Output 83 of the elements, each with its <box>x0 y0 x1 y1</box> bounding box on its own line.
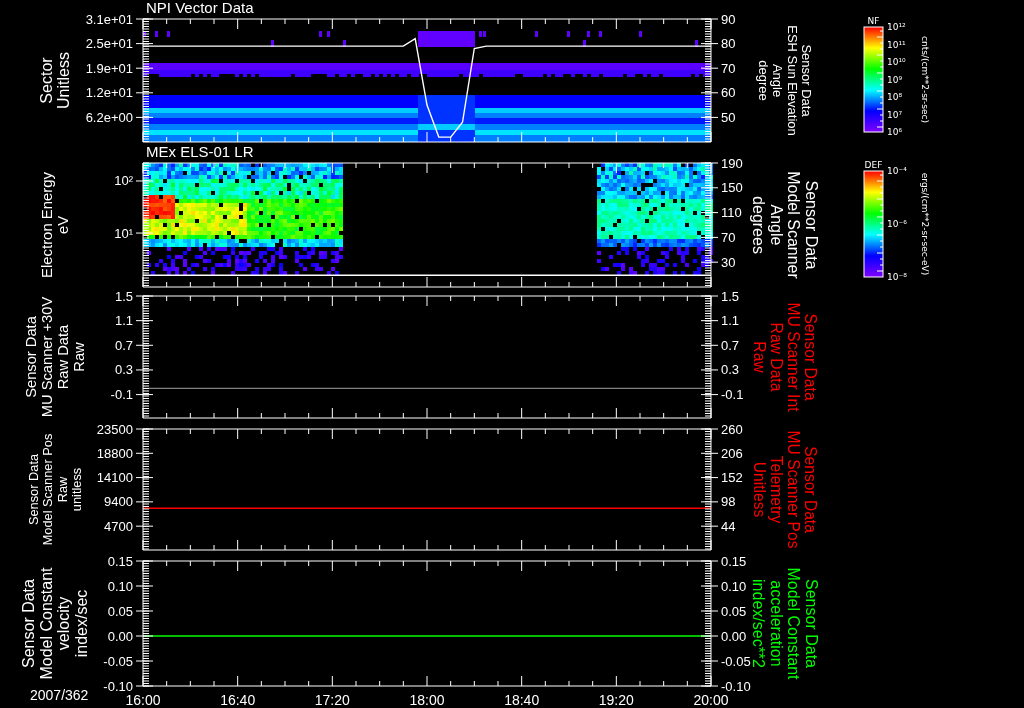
colorbar-units: ergs/(cm**2-sr-sec-eV) <box>920 172 930 276</box>
time-label: 18:40 <box>504 692 540 708</box>
colorbar-label: 10¹¹ <box>887 39 906 50</box>
panel-title: NPI Vector Data <box>146 0 254 16</box>
tick-label: -0.1 <box>721 387 744 403</box>
colorbar-title: DEF <box>864 160 883 170</box>
tick-label: 10² <box>114 173 133 189</box>
tick-label: 150 <box>721 180 743 196</box>
tick-label: 70 <box>721 229 736 245</box>
tick-label: 30 <box>721 254 736 270</box>
tick-label: -0.10 <box>721 678 751 694</box>
tick-label: 0.7 <box>721 337 740 353</box>
time-label: 19:20 <box>598 692 634 708</box>
axis-label: Electron Energy eV <box>39 172 72 278</box>
tick-label: 14100 <box>96 470 133 486</box>
colorbar-label: 10⁹ <box>887 74 903 85</box>
tick-label: 0.10 <box>107 578 133 594</box>
tick-label: 18800 <box>96 445 133 461</box>
axis-label: Sector Unitless <box>37 52 73 109</box>
tick-label: 9400 <box>104 494 133 510</box>
time-label: 16:00 <box>125 692 161 708</box>
tick-label: 206 <box>721 445 743 461</box>
time-label: 18:00 <box>409 692 445 708</box>
tick-label: 70 <box>721 60 736 76</box>
tick-label: 1.5 <box>721 288 740 304</box>
tick-label: 0.05 <box>721 603 747 619</box>
tick-label: 0.00 <box>107 628 133 644</box>
tick-label: 1.9e+01 <box>85 60 133 76</box>
tick-label: -0.10 <box>103 678 133 694</box>
tick-label: 0.05 <box>107 603 133 619</box>
tick-label: 0.7 <box>114 337 133 353</box>
tick-label: -0.05 <box>103 653 133 669</box>
axis-label: Sensor Data Model Scanner Angle degrees <box>750 171 820 279</box>
tick-label: 0.10 <box>721 578 747 594</box>
tick-label: 10¹ <box>114 225 133 241</box>
axis-label: Sensor Data Model Constant acceleration index/sec**2 <box>750 567 820 680</box>
axis-label: Sensor Data MU Scanner Pos Telemetry Unitless <box>750 430 820 549</box>
time-label: 16:40 <box>220 692 256 708</box>
tick-label: 0.15 <box>107 553 133 569</box>
axis-label: Sensor Data MU Scanner Int Raw Data Raw <box>750 302 820 412</box>
tick-label: 260 <box>721 421 743 437</box>
axis-label: Sensor Data ESH Sun Elevation Angle degree <box>755 25 814 136</box>
tick-label: 1.5 <box>114 288 133 304</box>
tick-label: 0.3 <box>721 362 740 378</box>
tick-label: 23500 <box>96 421 133 437</box>
colorbar-title: NF <box>867 16 880 26</box>
tick-label: 0.00 <box>721 628 747 644</box>
axis-label: Sensor Data MU Scanner +30V Raw Data Raw <box>22 296 88 418</box>
panel-title: MEx ELS-01 LR <box>146 143 254 160</box>
time-label: 20:00 <box>693 692 729 708</box>
tick-label: -0.1 <box>110 387 133 403</box>
tick-label: 90 <box>721 11 736 27</box>
tick-label: 152 <box>721 470 743 486</box>
date-label: 2007/362 <box>30 687 89 703</box>
colorbar-label: 10⁻⁸ <box>887 272 907 282</box>
tick-label: 190 <box>721 155 743 171</box>
tick-label: 2.5e+01 <box>85 36 133 52</box>
colorbar-units: cnts/(cm**2-sr-sec) <box>920 36 930 123</box>
colorbar-label: 10⁸ <box>887 92 903 102</box>
tick-label: 1.2e+01 <box>85 85 133 101</box>
tick-label: 0.15 <box>721 553 747 569</box>
tick-label: 4700 <box>104 518 133 534</box>
colorbar-label: 10¹² <box>887 22 906 32</box>
colorbar-label: 10¹⁰ <box>887 57 906 67</box>
tick-label: 60 <box>721 85 736 101</box>
tick-label: 3.1e+01 <box>85 11 133 27</box>
axis-label: Sensor Data Model Scanner Pos Raw unitless <box>26 433 84 546</box>
tick-label: 1.1 <box>114 313 133 329</box>
tick-label: 80 <box>721 36 736 52</box>
tick-label: 98 <box>721 494 736 510</box>
tick-label: 1.1 <box>721 313 740 329</box>
time-label: 17:20 <box>314 692 350 708</box>
colorbar-label: 10⁶ <box>887 127 903 137</box>
axis-label: Sensor Data Model Constant velocity index/sec <box>20 567 90 680</box>
tick-label: 0.3 <box>114 362 133 378</box>
tick-label: -0.05 <box>721 653 751 669</box>
tick-label: 110 <box>721 205 742 221</box>
tick-label: 50 <box>721 109 736 125</box>
colorbar-label: 10⁻⁶ <box>887 219 907 229</box>
tick-label: 6.2e+00 <box>85 109 133 125</box>
colorbar-label: 10⁷ <box>887 109 903 120</box>
colorbar-label: 10⁻⁴ <box>887 166 907 176</box>
tick-label: 44 <box>721 518 736 534</box>
